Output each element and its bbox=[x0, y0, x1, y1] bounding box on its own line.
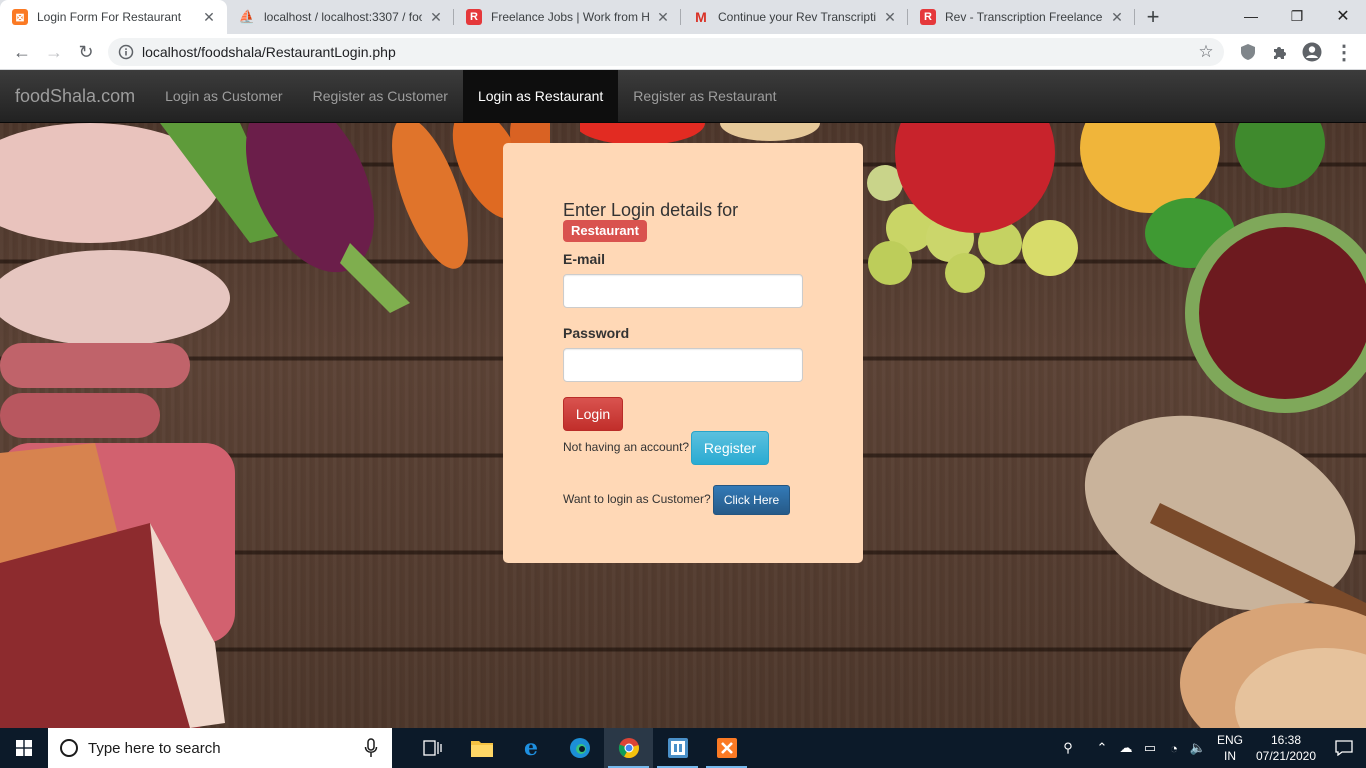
phpmyadmin-icon: ⛵ bbox=[238, 9, 256, 24]
address-bar[interactable]: localhost/foodshala/RestaurantLogin.php … bbox=[108, 38, 1224, 66]
new-tab-button[interactable]: + bbox=[1135, 0, 1171, 34]
show-hidden-icons-chevron-icon[interactable]: ⌃ bbox=[1090, 728, 1114, 768]
task-view-icon[interactable] bbox=[408, 728, 457, 768]
battery-icon[interactable]: ▭ bbox=[1138, 728, 1162, 768]
browser-tab-4[interactable]: M Continue your Rev Transcriptio ✕ bbox=[681, 0, 908, 34]
mobaxterm-icon[interactable] bbox=[653, 728, 702, 768]
customer-login-button[interactable]: Click Here bbox=[713, 485, 790, 515]
close-tab-icon[interactable]: ✕ bbox=[201, 9, 217, 25]
browser-tab-1[interactable]: ⊠ Login Form For Restaurant ✕ bbox=[0, 0, 227, 34]
tab-title: localhost / localhost:3307 / foo bbox=[264, 10, 422, 24]
tab-title: Freelance Jobs | Work from Ho bbox=[491, 10, 649, 24]
browser-tab-5[interactable]: R Rev - Transcription Freelancer ✕ bbox=[908, 0, 1135, 34]
tab-title: Rev - Transcription Freelancer bbox=[945, 10, 1103, 24]
email-field[interactable] bbox=[563, 274, 803, 308]
customer-login-prompt: Want to login as Customer? bbox=[563, 492, 711, 506]
language-indicator[interactable]: ENG IN bbox=[1210, 732, 1250, 764]
nav-register-restaurant[interactable]: Register as Restaurant bbox=[618, 70, 791, 122]
windows-taskbar: Type here to search e ⚲ ⌃ ☁ ▭ ◔ 🔈 ENG IN… bbox=[0, 728, 1366, 768]
browser-tab-2[interactable]: ⛵ localhost / localhost:3307 / foo ✕ bbox=[227, 0, 454, 34]
register-button[interactable]: Register bbox=[691, 431, 769, 465]
email-label: E-mail bbox=[563, 251, 606, 267]
volume-icon[interactable]: 🔈 bbox=[1186, 728, 1210, 768]
rev-icon: R bbox=[920, 9, 936, 25]
register-prompt: Not having an account? bbox=[563, 440, 690, 454]
windows-start-icon[interactable] bbox=[0, 728, 48, 768]
maximize-icon[interactable]: ❐ bbox=[1274, 0, 1320, 32]
menu-kebab-icon[interactable]: ⋮ bbox=[1330, 38, 1358, 66]
close-tab-icon[interactable]: ✕ bbox=[428, 9, 444, 25]
chrome-icon[interactable] bbox=[604, 728, 653, 768]
gmail-icon: M bbox=[695, 9, 707, 25]
onedrive-cloud-icon[interactable]: ☁ bbox=[1114, 728, 1138, 768]
nav-register-customer[interactable]: Register as Customer bbox=[298, 70, 463, 122]
password-field[interactable] bbox=[563, 348, 803, 382]
page-content: foodShala.com Login as Customer Register… bbox=[0, 70, 1366, 728]
close-tab-icon[interactable]: ✕ bbox=[882, 9, 898, 25]
browser-tab-strip: ⊠ Login Form For Restaurant ✕ ⛵ localhos… bbox=[0, 0, 1366, 34]
password-label: Password bbox=[563, 325, 630, 341]
close-tab-icon[interactable]: ✕ bbox=[1109, 9, 1125, 25]
xampp-icon: ⊠ bbox=[12, 9, 28, 25]
browser-tab-3[interactable]: R Freelance Jobs | Work from Ho ✕ bbox=[454, 0, 681, 34]
region-code: IN bbox=[1224, 749, 1236, 763]
taskbar-clock[interactable]: 16:38 07/21/2020 bbox=[1250, 732, 1322, 764]
extensions-puzzle-icon[interactable] bbox=[1266, 38, 1294, 66]
tab-title: Login Form For Restaurant bbox=[37, 10, 182, 24]
people-icon[interactable]: ⚲ bbox=[1056, 728, 1080, 768]
xampp-taskbar-icon[interactable] bbox=[702, 728, 751, 768]
browser-toolbar: ← → ↻ localhost/foodshala/RestaurantLogi… bbox=[0, 34, 1366, 70]
top-navbar: foodShala.com Login as Customer Register… bbox=[0, 70, 1366, 123]
clock-time: 16:38 bbox=[1270, 733, 1302, 747]
clock-date: 07/21/2020 bbox=[1255, 749, 1317, 763]
profile-avatar-icon[interactable] bbox=[1298, 38, 1326, 66]
tab-title: Continue your Rev Transcriptio bbox=[718, 10, 876, 24]
edge-icon[interactable] bbox=[555, 728, 604, 768]
login-heading: Enter Login details for bbox=[563, 200, 739, 220]
rev-icon: R bbox=[466, 9, 482, 25]
back-icon[interactable]: ← bbox=[8, 38, 36, 66]
search-icon bbox=[60, 739, 78, 757]
shield-extension-icon[interactable] bbox=[1234, 38, 1262, 66]
reload-icon[interactable]: ↻ bbox=[72, 38, 100, 66]
microphone-icon[interactable] bbox=[364, 738, 378, 758]
nav-login-restaurant[interactable]: Login as Restaurant bbox=[462, 70, 619, 122]
close-window-icon[interactable]: ✕ bbox=[1320, 0, 1366, 32]
language-code: ENG bbox=[1216, 733, 1243, 747]
search-placeholder: Type here to search bbox=[88, 739, 221, 757]
site-info-icon[interactable] bbox=[112, 38, 140, 66]
brand-logo[interactable]: foodShala.com bbox=[0, 70, 150, 122]
bookmark-star-icon[interactable]: ☆ bbox=[1196, 42, 1216, 62]
file-explorer-icon[interactable] bbox=[457, 728, 506, 768]
wifi-icon[interactable]: ◔ bbox=[1162, 728, 1186, 768]
vegetables-background-image bbox=[160, 123, 550, 313]
forward-icon[interactable]: → bbox=[40, 38, 68, 66]
login-card: Enter Login details for Restaurant E-mai… bbox=[503, 143, 863, 563]
nav-login-customer[interactable]: Login as Customer bbox=[150, 70, 298, 122]
notification-center-icon[interactable] bbox=[1322, 728, 1366, 768]
internet-explorer-icon[interactable]: e bbox=[506, 728, 555, 768]
taskbar-search-input[interactable]: Type here to search bbox=[48, 728, 392, 768]
restaurant-badge: Restaurant bbox=[563, 220, 647, 242]
svg-text:e: e bbox=[524, 737, 538, 759]
system-tray: ⚲ ⌃ ☁ ▭ ◔ 🔈 ENG IN 16:38 07/21/2020 bbox=[1056, 728, 1366, 768]
minimize-icon[interactable]: — bbox=[1228, 0, 1274, 32]
login-button[interactable]: Login bbox=[563, 397, 623, 431]
close-tab-icon[interactable]: ✕ bbox=[655, 9, 671, 25]
url-text: localhost/foodshala/RestaurantLogin.php bbox=[142, 44, 396, 60]
